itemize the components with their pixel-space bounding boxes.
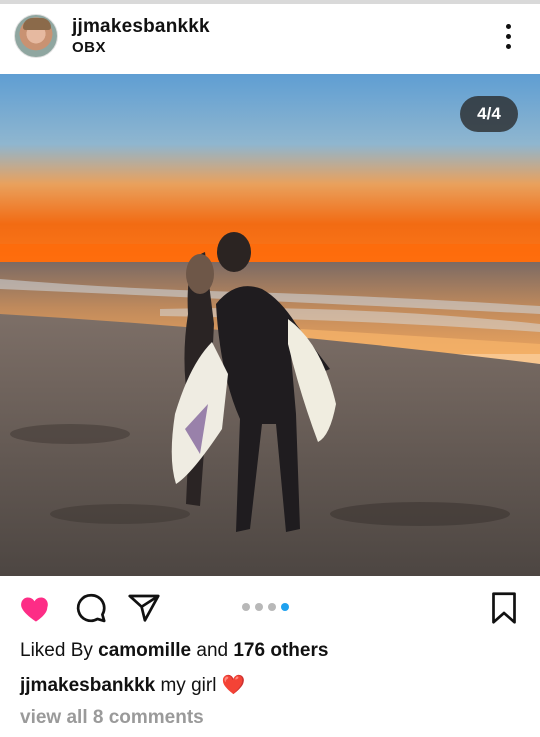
post-header: jjmakesbankkk OBX xyxy=(0,4,540,74)
post-caption: jjmakesbankkk my girl ❤️ xyxy=(20,673,245,697)
caption-text: my girl xyxy=(160,675,217,696)
likes-prefix: Liked By xyxy=(20,640,93,661)
heart-filled-icon[interactable] xyxy=(18,590,56,626)
more-vertical-icon[interactable] xyxy=(498,22,518,52)
paper-plane-icon[interactable] xyxy=(126,590,164,626)
carousel-dot xyxy=(255,603,263,611)
liked-by-user[interactable]: camomille xyxy=(98,640,191,661)
carousel-counter: 4/4 xyxy=(460,96,518,132)
post-location[interactable]: OBX xyxy=(72,39,106,56)
likes-and: and xyxy=(196,640,229,661)
carousel-dot-active xyxy=(281,603,289,611)
likes-summary[interactable]: Liked By camomille and 176 others xyxy=(20,640,328,662)
carousel-indicator xyxy=(242,603,289,611)
avatar[interactable] xyxy=(14,14,58,58)
carousel-dot xyxy=(242,603,250,611)
view-comments-link[interactable]: view all 8 comments xyxy=(20,707,204,729)
bookmark-icon[interactable] xyxy=(486,590,524,626)
caption-username[interactable]: jjmakesbankkk xyxy=(20,675,155,696)
post-username[interactable]: jjmakesbankkk xyxy=(72,16,210,38)
heart-emoji-icon: ❤️ xyxy=(221,675,246,696)
comment-bubble-icon[interactable] xyxy=(73,590,111,626)
beach-sunset-photo xyxy=(0,74,540,576)
post-actions xyxy=(0,576,540,640)
likes-others[interactable]: 176 others xyxy=(233,640,328,661)
carousel-dot xyxy=(268,603,276,611)
post-photo[interactable]: 4/4 xyxy=(0,74,540,576)
